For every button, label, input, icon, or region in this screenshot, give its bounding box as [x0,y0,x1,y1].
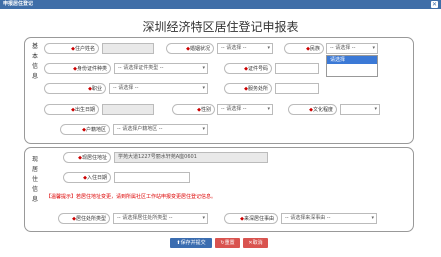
id-type-label: ◆身份证件种类 [44,63,111,74]
address-input[interactable]: 学苑大道1227号丽水轩苑A座0601 [114,152,268,163]
nationality-dropdown[interactable]: 请选择 [326,55,378,77]
origin-select[interactable]: -- 请选择户籍地区 -- [113,124,208,135]
window-title: 申报居住登记 [3,1,34,7]
id-number-input[interactable] [275,63,319,74]
service-label: ◆服务处所 [224,83,272,94]
address-label: ◆现居住地址 [63,152,111,163]
warning-text: 【温馨提示】若居住地址变更，请到所属社区工作站申报变更居住登记信息。 [46,194,217,200]
gender-label: ◆性别 [172,104,215,115]
reset-button[interactable]: ↻重置 [215,238,240,248]
window-titlebar: 申报居住登记 ✕ [0,0,441,9]
id-number-label: ◆证件号码 [224,63,272,74]
marital-select[interactable]: -- 请选择 -- [217,43,273,54]
service-input[interactable] [275,83,319,94]
job-label: ◆职业 [44,83,106,94]
nationality-option[interactable]: 请选择 [327,56,377,64]
save-submit-button[interactable]: ⬆保存并提交 [170,238,212,248]
form-title: 深圳经济特区居住登记申报表 [142,20,299,34]
marital-label: ◆婚姻状况 [166,43,214,54]
reason-label: ◆来深居住事由 [224,213,278,224]
name-input[interactable] [102,43,154,54]
birth-label: ◆出生日期 [44,104,99,115]
nationality-label: ◆民族 [284,43,324,54]
nationality-select[interactable]: -- 请选择 -- [326,43,378,54]
education-label: ◆文化程度 [288,104,337,115]
res-type-select[interactable]: -- 请选择居住处所类型 -- [113,213,208,224]
residence-info-label: 现居住信息 [31,156,38,203]
res-type-label: ◆居住处所类型 [58,213,110,224]
date-label: ◆入住日期 [63,172,111,183]
origin-label: ◆户籍地区 [60,124,110,135]
close-icon[interactable]: ✕ [431,1,438,8]
reason-select[interactable]: -- 请选择来深事由 -- [281,213,377,224]
date-input[interactable] [114,172,190,183]
birth-input[interactable] [102,104,154,115]
name-label: ◆住户姓名 [44,43,99,54]
job-select[interactable]: -- 请选择 -- [109,83,208,94]
cancel-button[interactable]: ✕取消 [243,238,268,248]
education-select[interactable] [340,104,380,115]
id-type-select[interactable]: -- 请选择证件类型 -- [114,63,208,74]
basic-info-label: 基本信息 [31,43,38,80]
gender-select[interactable]: -- 请选择 -- [217,104,273,115]
